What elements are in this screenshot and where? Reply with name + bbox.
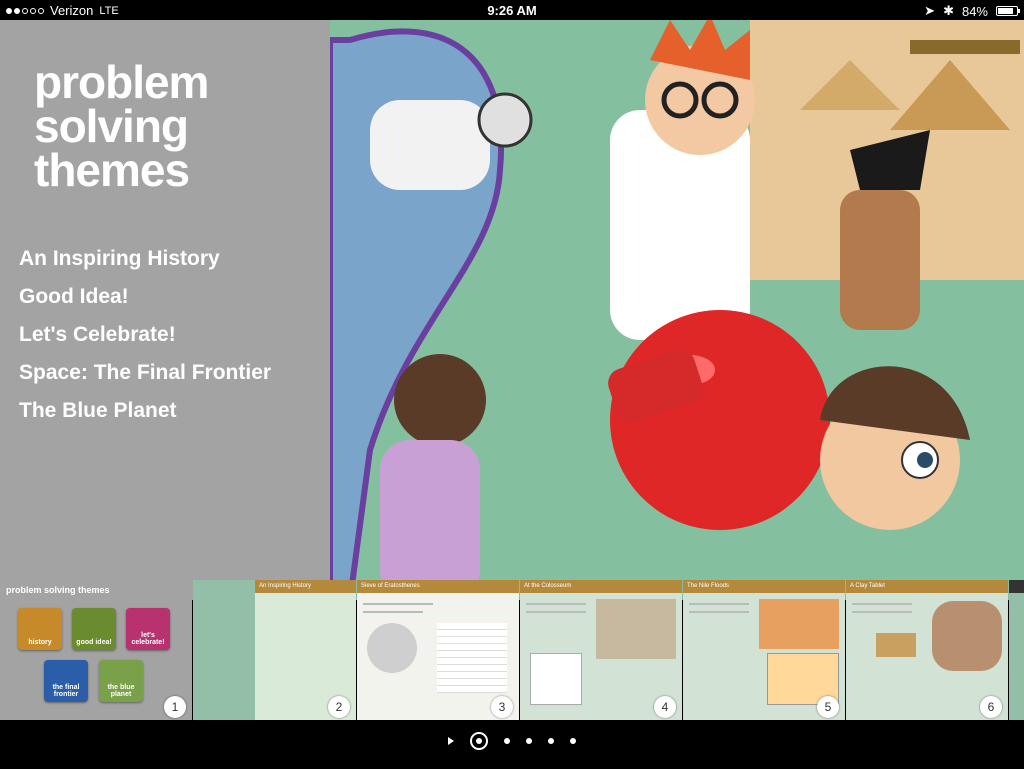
thumb-label: good idea! xyxy=(76,639,112,646)
page-heading: An Inspiring History xyxy=(255,580,356,593)
page-heading: The Nile Floods xyxy=(683,580,845,593)
page-thumbnail-strip: problem solving themes history good idea… xyxy=(0,580,1024,720)
clock: 9:26 AM xyxy=(487,3,537,18)
thumb-celebrate[interactable]: let's celebrate! xyxy=(126,608,170,650)
pager-dot-2[interactable] xyxy=(504,738,510,744)
theme-menu: An Inspiring History Good Idea! Let's Ce… xyxy=(19,240,271,430)
status-right: ➤ ✱ 84% xyxy=(924,3,1020,19)
pager-dot-5[interactable] xyxy=(570,738,576,744)
mini-title: problem solving themes xyxy=(6,585,110,595)
thumb-history[interactable]: history xyxy=(18,608,62,650)
page-thumbnail-2[interactable]: An Inspiring History 2 xyxy=(193,580,356,720)
page-indicator xyxy=(0,732,1024,750)
bluetooth-icon: ✱ xyxy=(943,3,954,18)
battery-percent: 84% xyxy=(961,3,988,19)
page-thumbnail-5[interactable]: The Nile Floods 5 xyxy=(683,580,845,720)
page-number: 3 xyxy=(491,696,513,718)
brand-title: problem solving themes xyxy=(34,56,209,196)
page-thumbnail-7-partial[interactable] xyxy=(1009,580,1024,720)
hero: problem solving themes An Inspiring Hist… xyxy=(0,20,1024,600)
illustration-svg xyxy=(327,20,1024,600)
menu-item-blue-planet[interactable]: The Blue Planet xyxy=(19,392,271,430)
battery-icon xyxy=(996,6,1020,16)
page-thumbnail-4[interactable]: At the Colosseum 4 xyxy=(520,580,682,720)
menu-item-space[interactable]: Space: The Final Frontier xyxy=(19,354,271,392)
thumb-space[interactable]: the final frontier xyxy=(44,660,88,702)
thumb-label: let's celebrate! xyxy=(131,632,165,646)
play-icon[interactable] xyxy=(448,737,454,745)
menu-item-good-idea[interactable]: Good Idea! xyxy=(19,278,271,316)
status-bar: Verizon LTE 9:26 AM ➤ ✱ 84% xyxy=(0,0,1024,20)
cover-illustration xyxy=(327,20,1024,600)
thumb-label: the blue planet xyxy=(107,684,135,698)
thumb-label: history xyxy=(28,639,52,646)
thumb-good-idea[interactable]: good idea! xyxy=(72,608,116,650)
page-sidebar xyxy=(193,580,255,720)
page-number: 2 xyxy=(328,696,350,718)
thumb-blue-planet[interactable]: the blue planet xyxy=(99,660,143,702)
page-number: 1 xyxy=(164,696,186,718)
page-number: 5 xyxy=(817,696,839,718)
page-heading: Sieve of Eratosthenes xyxy=(357,580,519,593)
brand-title-line: solving xyxy=(34,100,189,152)
page-heading: A Clay Tablet xyxy=(846,580,1008,593)
page-heading: At the Colosseum xyxy=(520,580,682,593)
pager-dot-4[interactable] xyxy=(548,738,554,744)
pager-dot-1[interactable] xyxy=(470,732,488,750)
brand-title-line: problem xyxy=(34,56,209,108)
brand-title-line: themes xyxy=(34,144,190,196)
menu-item-celebrate[interactable]: Let's Celebrate! xyxy=(19,316,271,354)
page-number: 4 xyxy=(654,696,676,718)
pager-dot-3[interactable] xyxy=(526,738,532,744)
page-thumbnail-6[interactable]: A Clay Tablet 6 xyxy=(846,580,1008,720)
bottom-bar xyxy=(0,720,1024,769)
location-icon: ➤ xyxy=(924,3,936,18)
page-thumbnail-3[interactable]: Sieve of Eratosthenes 3 xyxy=(357,580,519,720)
thumb-label: the final frontier xyxy=(52,684,80,698)
page-thumbnail-1[interactable]: problem solving themes history good idea… xyxy=(0,580,192,720)
menu-item-history[interactable]: An Inspiring History xyxy=(19,240,271,278)
page-number: 6 xyxy=(980,696,1002,718)
